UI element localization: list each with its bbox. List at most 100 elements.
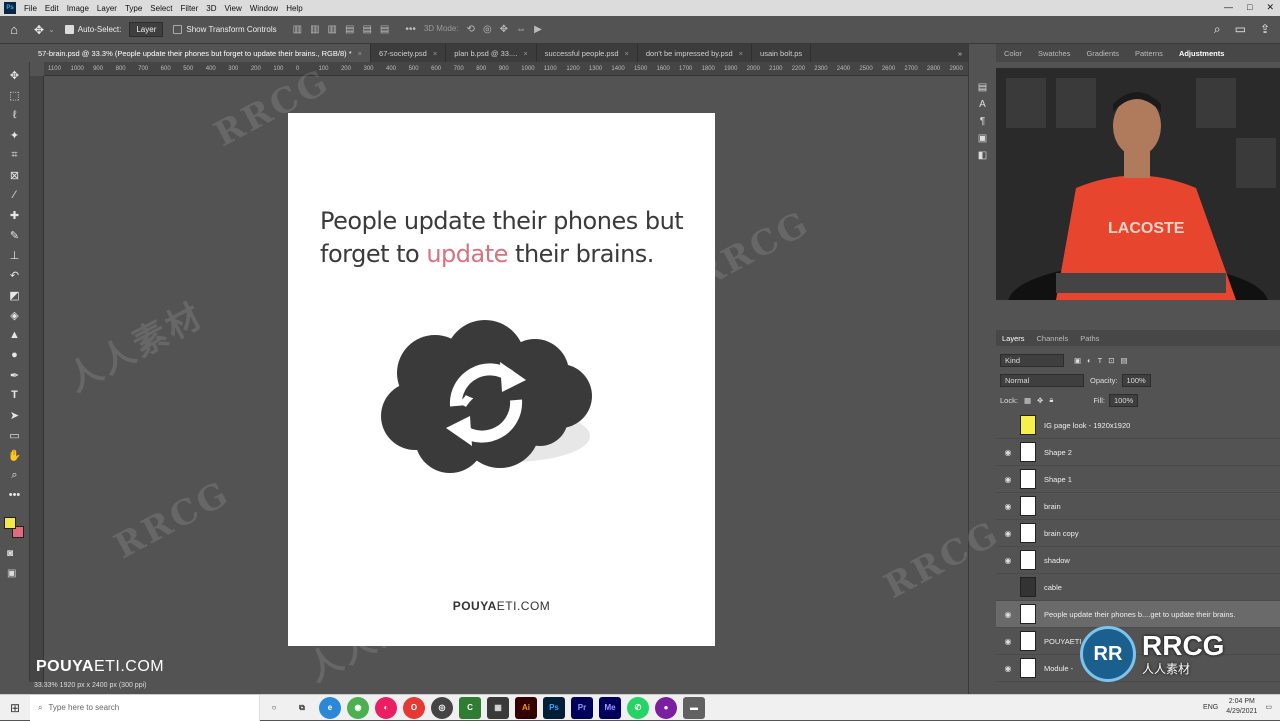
align-top-icon[interactable]: ▥ <box>293 24 302 35</box>
slide-3d-icon[interactable]: ⇔ <box>516 24 526 35</box>
close-icon[interactable]: × <box>739 49 743 58</box>
lock-pixels-icon[interactable]: ▦ <box>1024 396 1031 405</box>
rotate-3d-icon[interactable]: ⟲ <box>467 24 475 35</box>
layer-row[interactable]: ◉ shadow <box>996 547 1280 574</box>
zoom-tool-icon[interactable]: ⌕ <box>6 466 24 484</box>
pen-tool-icon[interactable]: ✒ <box>6 366 24 384</box>
tab-plan-b[interactable]: plan b.psd @ 33.... × <box>446 44 537 62</box>
calculator-icon[interactable]: ▦ <box>487 696 509 719</box>
tab-patterns[interactable]: Patterns <box>1127 49 1171 58</box>
tab-swatches[interactable]: Swatches <box>1030 49 1079 58</box>
chevron-down-icon[interactable]: ⌄ <box>48 25 55 34</box>
menu-view[interactable]: View <box>225 4 242 13</box>
filter-type-icon[interactable]: T <box>1098 356 1103 365</box>
healing-brush-icon[interactable]: ✚ <box>6 206 24 224</box>
home-icon[interactable]: ⌂ <box>0 22 28 37</box>
visibility-eye-icon[interactable]: ◉ <box>996 610 1020 619</box>
align-center-icon[interactable]: ▤ <box>362 24 371 35</box>
auto-select-checkbox[interactable] <box>64 25 74 34</box>
tab-gradients[interactable]: Gradients <box>1078 49 1127 58</box>
illustrator-app-icon[interactable]: Ai <box>515 696 537 719</box>
align-right-icon[interactable]: ▤ <box>380 24 389 35</box>
menu-filter[interactable]: Filter <box>181 4 199 13</box>
more-tools-icon[interactable]: ••• <box>6 486 24 504</box>
close-button[interactable]: ✕ <box>1266 2 1274 13</box>
frame-tool-icon[interactable]: ⊠ <box>6 166 24 184</box>
visibility-eye-icon[interactable]: ◉ <box>996 556 1020 565</box>
layer-row[interactable]: ◉ Shape 1 <box>996 466 1280 493</box>
marquee-tool-icon[interactable]: ⬚ <box>6 86 24 104</box>
foreground-color-swatch[interactable] <box>4 517 16 529</box>
explorer-icon[interactable]: ▬ <box>683 696 705 719</box>
paint-bucket-icon[interactable]: ◈ <box>6 306 24 324</box>
roll-3d-icon[interactable]: ◎ <box>483 24 492 35</box>
obs-icon[interactable]: ◎ <box>431 696 453 719</box>
tab-successful-people[interactable]: successful people.psd × <box>537 44 638 62</box>
visibility-eye-icon[interactable]: ◉ <box>996 448 1020 457</box>
tab-usain-bolt[interactable]: usain bolt.ps <box>752 44 812 62</box>
menu-type[interactable]: Type <box>125 4 142 13</box>
tab-adjustments[interactable]: Adjustments <box>1171 49 1232 58</box>
auto-select-dropdown[interactable]: Layer <box>129 22 164 37</box>
tab-dont-be-impressed[interactable]: don't be impressed by.psd × <box>638 44 753 62</box>
edge-icon[interactable]: e <box>319 696 341 719</box>
blend-mode-dropdown[interactable]: Normal <box>1000 373 1084 387</box>
blur-tool-icon[interactable]: ▲ <box>6 326 24 344</box>
language-indicator[interactable]: ENG <box>1203 704 1218 711</box>
whatsapp-icon[interactable]: ✆ <box>627 696 649 719</box>
recorder-icon[interactable]: ● <box>655 696 677 719</box>
brush-tool-icon[interactable]: ✎ <box>6 226 24 244</box>
taskbar-search[interactable]: ⌕ Type here to search <box>30 694 260 721</box>
filter-adjustment-icon[interactable]: ◐ <box>1087 356 1092 365</box>
clock[interactable]: 2:04 PM 4/29/2021 <box>1226 697 1257 717</box>
visibility-eye-icon[interactable]: ◉ <box>996 529 1020 538</box>
paint-icon[interactable]: ◐ <box>375 696 397 719</box>
premiere-app-icon[interactable]: Pr <box>571 696 593 719</box>
history-brush-icon[interactable]: ↶ <box>6 266 24 284</box>
menu-3d[interactable]: 3D <box>206 4 216 13</box>
camtasia-icon[interactable]: C <box>459 696 481 719</box>
magic-wand-icon[interactable]: ✦ <box>6 126 24 144</box>
layer-row[interactable]: cable <box>996 574 1280 601</box>
character-panel-icon[interactable]: A <box>979 99 986 110</box>
filter-smart-icon[interactable]: ▤ <box>1121 356 1128 365</box>
tab-paths[interactable]: Paths <box>1074 334 1105 343</box>
visibility-eye-icon[interactable]: ◉ <box>996 637 1020 646</box>
properties-panel-icon[interactable]: ▣ <box>978 133 987 144</box>
maximize-button[interactable]: □ <box>1247 2 1252 13</box>
chrome-icon[interactable]: ◉ <box>347 696 369 719</box>
dodge-tool-icon[interactable]: ● <box>6 346 24 364</box>
hand-tool-icon[interactable]: ✋ <box>6 446 24 464</box>
layer-row[interactable]: ◉ brain copy <box>996 520 1280 547</box>
menu-select[interactable]: Select <box>150 4 172 13</box>
fill-input[interactable]: 100% <box>1109 393 1139 407</box>
type-tool-icon[interactable]: T <box>6 386 24 404</box>
crop-tool-icon[interactable]: ⌗ <box>6 146 24 164</box>
close-icon[interactable]: × <box>433 49 437 58</box>
menu-file[interactable]: File <box>24 4 37 13</box>
notification-icon[interactable]: ▭ <box>1265 703 1272 711</box>
eyedropper-icon[interactable]: ⁄ <box>6 186 24 204</box>
visibility-eye-icon[interactable]: ◉ <box>996 475 1020 484</box>
stamp-tool-icon[interactable]: ⊥ <box>6 246 24 264</box>
task-view-icon[interactable]: ⧉ <box>291 697 313 719</box>
minimize-button[interactable]: — <box>1224 2 1233 13</box>
filter-pixel-icon[interactable]: ▣ <box>1074 356 1081 365</box>
opacity-input[interactable]: 100% <box>1121 373 1151 387</box>
photoshop-app-icon[interactable]: Ps <box>543 696 565 719</box>
layer-row[interactable]: IG page look - 1920x1920 <box>996 412 1280 439</box>
history-panel-icon[interactable]: ▤ <box>978 82 987 93</box>
layer-row[interactable]: ◉ People update their phones b....get to … <box>996 601 1280 628</box>
visibility-eye-icon[interactable]: ◉ <box>996 664 1020 673</box>
tab-67-society[interactable]: 67-society.psd × <box>371 44 447 62</box>
more-tabs-icon[interactable]: » <box>958 49 968 58</box>
lasso-tool-icon[interactable]: ℓ <box>6 106 24 124</box>
path-select-icon[interactable]: ➤ <box>6 406 24 424</box>
document-canvas[interactable]: People update their phones but forget to… <box>288 113 715 646</box>
paragraph-panel-icon[interactable]: ¶ <box>980 116 985 127</box>
libraries-panel-icon[interactable]: ◧ <box>978 150 987 161</box>
tab-57-brain[interactable]: 57-brain.psd @ 33.3% (People update thei… <box>30 44 372 62</box>
tab-channels[interactable]: Channels <box>1031 334 1075 343</box>
video-camera-icon[interactable]: ▶ <box>534 24 542 35</box>
layer-row[interactable]: ◉ brain <box>996 493 1280 520</box>
